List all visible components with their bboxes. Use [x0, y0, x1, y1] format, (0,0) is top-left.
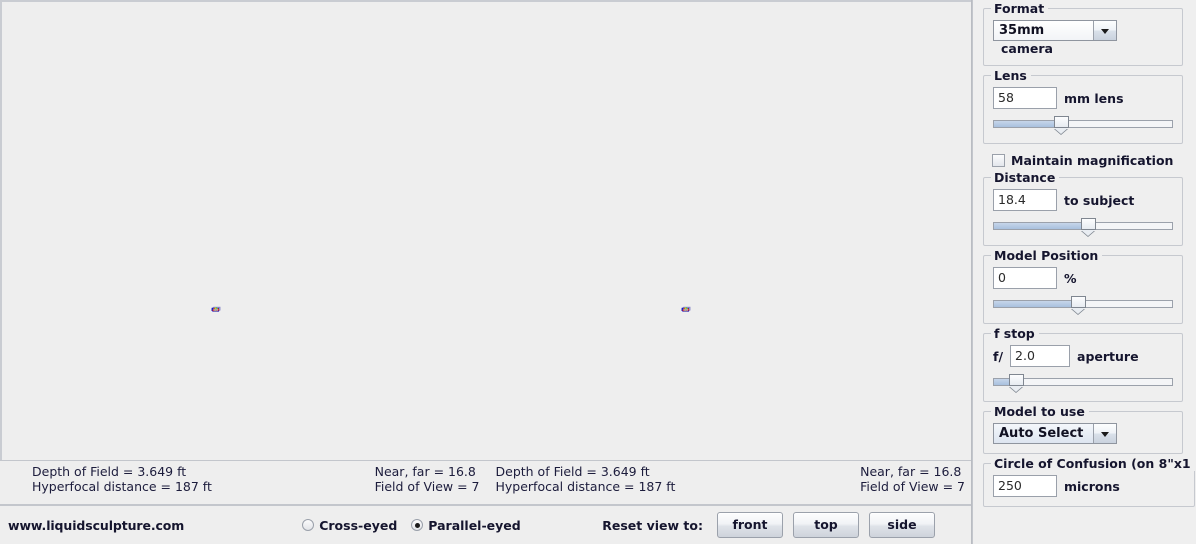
model-position-slider-fill	[994, 301, 1078, 307]
distance-slider[interactable]	[993, 218, 1173, 236]
wireframe-render-left	[211, 306, 221, 312]
model-position-slider-thumb[interactable]	[1070, 296, 1086, 308]
near-far-text: Near, far = 16.8	[374, 464, 476, 479]
reset-view-top-button[interactable]: top	[793, 512, 859, 538]
wireframe-render-right	[681, 306, 691, 312]
radio-cross-eyed-icon[interactable]	[302, 519, 315, 531]
hyperfocal-text: Hyperfocal distance = 187 ft	[32, 479, 212, 494]
model-to-use-group: Model to use Auto Select	[983, 404, 1183, 454]
distance-group: Distance to subject	[983, 170, 1183, 246]
distance-row: to subject	[993, 189, 1173, 211]
hyperfocal-text: Hyperfocal distance = 187 ft	[495, 479, 676, 494]
distance-group-title: Distance	[991, 170, 1060, 185]
fstop-slider-thumb[interactable]	[1009, 374, 1025, 386]
fstop-group-title: f stop	[991, 326, 1039, 341]
lens-slider-thumb[interactable]	[1054, 116, 1070, 128]
model-position-slider[interactable]	[993, 296, 1173, 314]
format-row: 35mm	[993, 20, 1173, 41]
left-area: Depth of Field = 3.649 ft Hyperfocal dis…	[0, 0, 972, 544]
model-to-use-group-title: Model to use	[991, 404, 1089, 419]
fstop-input[interactable]	[1010, 345, 1071, 367]
reset-view-side-button[interactable]: side	[869, 512, 935, 538]
distance-unit-label: to subject	[1064, 192, 1135, 208]
stereo-pane-left[interactable]	[2, 2, 487, 460]
readout-right-primary: Depth of Field = 3.649 ft Hyperfocal dis…	[496, 464, 676, 504]
format-group-title: Format	[991, 1, 1049, 16]
model-position-input[interactable]	[993, 267, 1057, 289]
bottom-toolbar: www.liquidsculpture.com Cross-eyed Paral…	[0, 506, 971, 544]
reset-view-label: Reset view to:	[602, 517, 703, 533]
maintain-magnification-label: Maintain magnification	[1011, 153, 1174, 168]
reset-view-group: Reset view to: front top side	[602, 512, 971, 538]
circle-of-confusion-group: Circle of Confusion (on 8"x1 microns	[983, 456, 1195, 507]
stereo-pane-right[interactable]	[472, 2, 957, 460]
lens-slider[interactable]	[993, 116, 1173, 134]
fstop-prefix-label: f/	[993, 348, 1004, 364]
circle-of-confusion-row: microns	[993, 475, 1185, 497]
lens-unit-label: mm lens	[1064, 90, 1124, 106]
site-url-label: www.liquidsculpture.com	[8, 517, 185, 533]
near-far-text: Near, far = 16.8	[860, 464, 962, 479]
format-group: Format 35mm camera	[983, 1, 1183, 66]
lens-group: Lens mm lens	[983, 68, 1183, 144]
chevron-down-icon[interactable]	[1093, 424, 1116, 443]
field-of-view-text: Field of View = 7	[860, 479, 965, 494]
lens-slider-fill	[994, 121, 1062, 127]
depth-of-field-text: Depth of Field = 3.649 ft	[495, 464, 650, 479]
lens-focal-input[interactable]	[993, 87, 1057, 109]
depth-of-field-text: Depth of Field = 3.649 ft	[32, 464, 187, 479]
circle-of-confusion-input[interactable]	[993, 475, 1057, 497]
lens-row: mm lens	[993, 87, 1173, 109]
model-position-group: Model Position %	[983, 248, 1183, 324]
fstop-group: f stop f/ aperture	[983, 326, 1183, 402]
distance-input[interactable]	[993, 189, 1057, 211]
radio-cross-eyed[interactable]: Cross-eyed	[302, 518, 397, 533]
model-to-use-dropdown[interactable]: Auto Select	[993, 423, 1117, 444]
format-dropdown[interactable]: 35mm	[993, 20, 1117, 41]
radio-cross-eyed-label: Cross-eyed	[319, 517, 398, 533]
readout-left-primary: Depth of Field = 3.649 ft Hyperfocal dis…	[32, 464, 212, 504]
model-position-row: %	[993, 267, 1173, 289]
model-to-use-dropdown-value: Auto Select	[994, 424, 1093, 443]
fstop-unit-label: aperture	[1077, 348, 1139, 364]
stereo-mode-radio-group[interactable]: Cross-eyed Parallel-eyed	[302, 517, 521, 533]
model-position-group-title: Model Position	[991, 248, 1103, 263]
format-dropdown-value: 35mm	[994, 21, 1093, 40]
reset-view-front-button[interactable]: front	[717, 512, 783, 538]
field-of-view-text: Field of View = 7	[374, 479, 480, 494]
readout-left-secondary: Near, far = 16.8 Field of View = 7	[375, 464, 486, 504]
radio-parallel-eyed[interactable]: Parallel-eyed	[411, 517, 521, 533]
fstop-row: f/ aperture	[993, 345, 1173, 367]
settings-panel: Format 35mm camera Lens mm lens	[972, 0, 1196, 544]
readout-left: Depth of Field = 3.649 ft Hyperfocal dis…	[0, 461, 486, 504]
radio-parallel-eyed-icon[interactable]	[411, 519, 424, 531]
lens-group-title: Lens	[991, 68, 1031, 83]
readout-right-secondary: Near, far = 16.8 Field of View = 7	[860, 464, 971, 504]
model-to-use-row: Auto Select	[993, 423, 1173, 444]
distance-slider-fill	[994, 223, 1089, 229]
stereo-3d-viewport[interactable]	[0, 0, 971, 460]
application-window: Depth of Field = 3.649 ft Hyperfocal dis…	[0, 0, 1196, 544]
fstop-slider[interactable]	[993, 374, 1173, 392]
circle-of-confusion-unit-label: microns	[1064, 478, 1120, 494]
dof-readout-bar: Depth of Field = 3.649 ft Hyperfocal dis…	[0, 460, 971, 506]
readout-right: Depth of Field = 3.649 ft Hyperfocal dis…	[486, 461, 972, 504]
radio-parallel-eyed-label: Parallel-eyed	[428, 517, 521, 533]
distance-slider-thumb[interactable]	[1081, 218, 1097, 230]
maintain-magnification-checkbox-row[interactable]: Maintain magnification	[992, 153, 1196, 168]
model-position-unit-label: %	[1064, 270, 1077, 286]
circle-of-confusion-group-title: Circle of Confusion (on 8"x1	[991, 456, 1195, 471]
format-caption: camera	[1001, 41, 1053, 56]
maintain-magnification-checkbox[interactable]	[992, 154, 1005, 167]
chevron-down-icon[interactable]	[1093, 21, 1116, 40]
